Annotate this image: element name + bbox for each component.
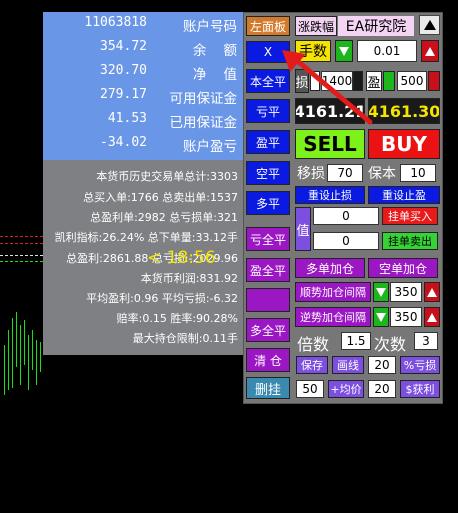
chart-level-line: [0, 243, 43, 244]
pending-buy-button[interactable]: 挂单买入: [382, 207, 438, 225]
triangle-down-icon: [376, 287, 386, 297]
triangle-down-icon: [376, 312, 386, 322]
reset-sl-button[interactable]: 重设止损: [295, 186, 365, 204]
pct-loss-input[interactable]: 20: [368, 356, 396, 374]
plus-avg-price-button[interactable]: +均价: [328, 380, 364, 398]
chart-level-line: [0, 255, 43, 256]
triangle-up-icon: [423, 20, 436, 30]
multiplier-input[interactable]: 1.5: [341, 332, 371, 350]
balance-label: 余 额: [192, 43, 237, 59]
triangle-up-icon: [427, 312, 437, 322]
stat-line: 本货币利润:831.92: [140, 272, 238, 285]
used-margin-value: 41.53: [107, 111, 147, 126]
stat-line: 凯利指标:26.24% 总下单量:33.12手: [54, 231, 238, 244]
account-number-value: 11063818: [84, 15, 147, 30]
usd-profit-button[interactable]: $获利: [400, 380, 440, 398]
short-close-button[interactable]: 空平: [246, 161, 290, 185]
sell-button[interactable]: SELL: [295, 129, 365, 159]
trailing-stop-label: 移损: [297, 166, 325, 182]
counter-add-increase-button[interactable]: [424, 307, 440, 327]
short-add-button[interactable]: 空单加仓: [368, 258, 438, 278]
profit-close-all-button[interactable]: 盈全平: [246, 258, 290, 282]
red-arrow-annotation: [282, 50, 373, 125]
draw-line-button[interactable]: 画线: [332, 356, 364, 374]
stat-line: 本货币历史交易单总计:3303: [96, 170, 238, 183]
stat-line: 赔率:0.15 胜率:90.28%: [116, 312, 238, 325]
account-info-panel: 11063818 账户号码 354.72 余 额 320.70 净 值 279.17 可…: [43, 12, 243, 160]
stat-line: 总盈利单:2982 总亏损单:321: [90, 211, 238, 224]
chart-level-line: [0, 261, 43, 262]
left-panel-button[interactable]: 左面板: [246, 16, 290, 36]
ask-price: 4161.30: [368, 98, 440, 124]
pending-sell-button[interactable]: 挂单卖出: [382, 232, 438, 250]
pending-price-input-2[interactable]: 0: [313, 232, 379, 250]
times-input[interactable]: 3: [414, 332, 438, 350]
trend-add-interval-label: 顺势加仓间隔: [295, 282, 371, 302]
collapse-panel-button[interactable]: [419, 15, 440, 35]
bar-countdown-timer: < 18:56: [147, 248, 216, 268]
pct-loss-button[interactable]: %亏损: [400, 356, 440, 374]
trend-add-decrease-button[interactable]: [373, 282, 389, 302]
chart-level-line: [0, 236, 43, 237]
stat-line: 最大持仓限制:0.11手: [132, 332, 238, 345]
account-pnl-value: -34.02: [100, 135, 147, 150]
panel-title: EA研究院: [338, 16, 414, 36]
pending-price-input-1[interactable]: 0: [313, 207, 379, 225]
times-label: 次数: [374, 335, 407, 354]
stat-line: 平均盈利:0.96 平均亏损:-6.32: [86, 292, 238, 305]
counter-add-interval-input[interactable]: 350: [390, 307, 422, 327]
counter-add-decrease-button[interactable]: [373, 307, 389, 327]
balance-row: 354.72 余 额: [43, 36, 243, 60]
account-number-row: 11063818 账户号码: [43, 12, 243, 36]
usd-profit-input[interactable]: 20: [368, 380, 396, 398]
triangle-up-icon: [427, 287, 437, 297]
free-margin-label: 可用保证金: [169, 91, 238, 107]
counter-add-interval-label: 逆势加仓间隔: [295, 307, 371, 327]
equity-label: 净 值: [192, 67, 237, 83]
used-margin-row: 41.53 已用保证金: [43, 108, 243, 132]
equity-row: 320.70 净 值: [43, 60, 243, 84]
trailing-stop-input[interactable]: 70: [327, 164, 363, 182]
account-number-label: 账户号码: [183, 19, 237, 35]
pending-value-label: 值: [295, 207, 311, 251]
breakeven-label: 保本: [368, 166, 396, 182]
tp-decrease-button[interactable]: [383, 71, 395, 91]
tp-input[interactable]: 500: [397, 71, 427, 91]
long-close-button[interactable]: 多平: [246, 191, 290, 215]
multiplier-label: 倍数: [297, 335, 330, 354]
clear-positions-button[interactable]: 清 仓: [246, 348, 290, 372]
lots-increase-button[interactable]: [421, 40, 439, 62]
used-margin-label: 已用保证金: [169, 115, 238, 131]
free-margin-value: 279.17: [100, 87, 147, 102]
avg-price-offset-input[interactable]: 50: [296, 380, 324, 398]
delete-pending-button[interactable]: 删挂: [246, 377, 290, 399]
trend-add-increase-button[interactable]: [424, 282, 440, 302]
buy-button[interactable]: BUY: [368, 129, 440, 159]
rise-fall-button[interactable]: 涨跌幅: [295, 16, 337, 36]
short-close-all-button[interactable]: [246, 288, 290, 312]
reset-tp-button[interactable]: 重设止盈: [368, 186, 440, 204]
stat-line: 总买入单:1766 总卖出单:1537: [83, 191, 238, 204]
balance-value: 354.72: [100, 39, 147, 54]
loss-close-all-button[interactable]: 亏全平: [246, 227, 290, 251]
account-pnl-row: -34.02 账户盈亏: [43, 132, 243, 156]
triangle-up-icon: [425, 46, 435, 56]
trend-add-interval-input[interactable]: 350: [390, 282, 422, 302]
equity-value: 320.70: [100, 63, 147, 78]
free-margin-row: 279.17 可用保证金: [43, 84, 243, 108]
long-add-button[interactable]: 多单加仓: [295, 258, 365, 278]
account-pnl-label: 账户盈亏: [183, 139, 237, 155]
tp-increase-button[interactable]: [428, 71, 440, 91]
long-close-all-button[interactable]: 多全平: [246, 318, 290, 342]
profit-close-button[interactable]: 盈平: [246, 130, 290, 154]
breakeven-input[interactable]: 10: [400, 164, 436, 182]
save-button[interactable]: 保存: [296, 356, 328, 374]
